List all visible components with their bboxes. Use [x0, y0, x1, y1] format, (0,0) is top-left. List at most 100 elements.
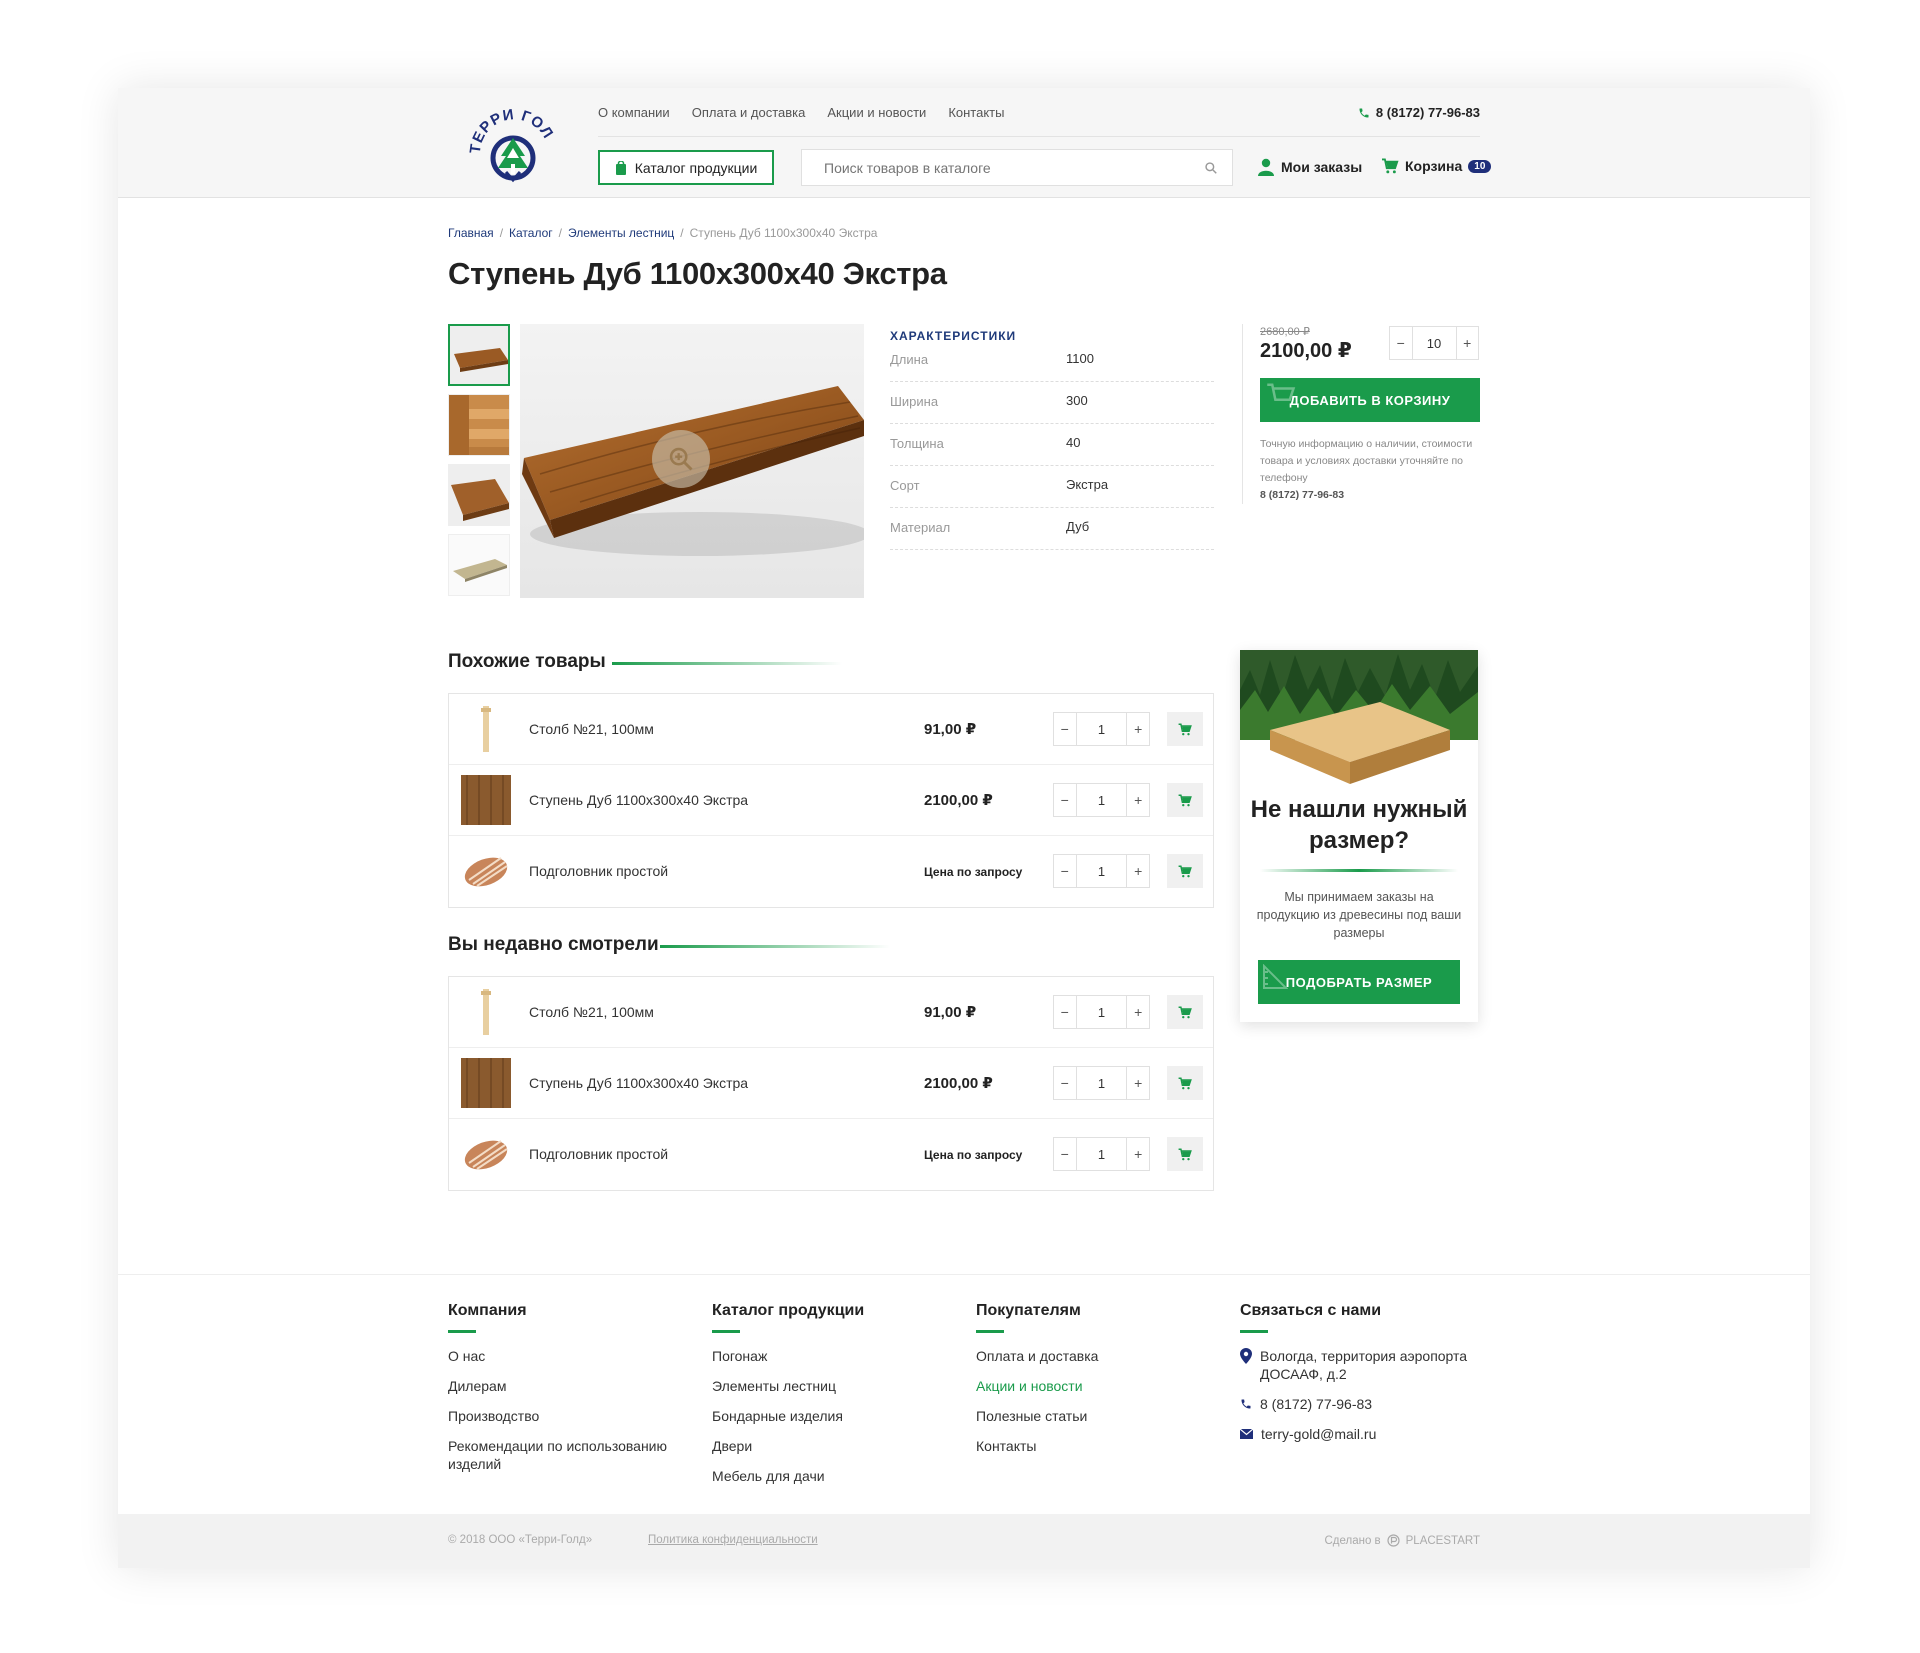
qty-increase-button[interactable]: +: [1127, 1075, 1149, 1091]
footer-link[interactable]: Контакты: [976, 1437, 1206, 1455]
footer-phone[interactable]: 8 (8172) 77-96-83: [1240, 1395, 1480, 1413]
gallery-thumb-2[interactable]: [448, 394, 510, 456]
qty-value[interactable]: 1: [1075, 713, 1128, 745]
gallery-thumb-1[interactable]: [448, 324, 510, 386]
footer-title-bar: [448, 1330, 476, 1333]
footer-link[interactable]: Мебель для дачи: [712, 1467, 942, 1485]
qty-decrease-button[interactable]: −: [1054, 792, 1076, 808]
footer-link[interactable]: Акции и новости: [976, 1377, 1206, 1395]
pick-size-button[interactable]: ПОДОБРАТЬ РАЗМЕР: [1258, 960, 1460, 1004]
cart-link[interactable]: Корзина 10: [1381, 158, 1492, 174]
footer-link[interactable]: Дилерам: [448, 1377, 678, 1395]
catalog-button[interactable]: Каталог продукции: [598, 150, 774, 185]
nav-promotions-news[interactable]: Акции и новости: [827, 105, 926, 120]
availability-note-text: Точную информацию о наличии, стоимости т…: [1260, 438, 1473, 484]
footer-col-title: Каталог продукции: [712, 1302, 865, 1319]
developer-credit[interactable]: Сделано в PLACESTART: [1324, 1534, 1480, 1547]
item-name[interactable]: Подголовник простой: [529, 863, 668, 879]
item-image-step[interactable]: [461, 1058, 511, 1108]
search-input[interactable]: [824, 159, 1204, 176]
footer-link[interactable]: Бондарные изделия: [712, 1407, 942, 1425]
qty-value[interactable]: 1: [1075, 855, 1128, 887]
item-add-to-cart-button[interactable]: [1167, 712, 1203, 746]
qty-value[interactable]: 1: [1075, 1138, 1128, 1170]
product-main-image[interactable]: [520, 324, 864, 598]
qty-increase-button[interactable]: +: [1127, 1004, 1149, 1020]
item-image-step[interactable]: [461, 775, 511, 825]
footer-link[interactable]: Рекомендации по использованию изделий: [448, 1437, 678, 1473]
footer-link[interactable]: О нас: [448, 1347, 678, 1365]
qty-value[interactable]: 1: [1075, 996, 1128, 1028]
item-add-to-cart-button[interactable]: [1167, 783, 1203, 817]
breadcrumb-catalog[interactable]: Каталог: [509, 226, 553, 240]
footer-link[interactable]: Погонаж: [712, 1347, 942, 1365]
footer-link[interactable]: Производство: [448, 1407, 678, 1425]
item-name[interactable]: Ступень Дуб 1100х300х40 Экстра: [529, 1075, 748, 1091]
qty-increase-button[interactable]: +: [1127, 863, 1149, 879]
catalog-bag-icon: [615, 160, 626, 175]
qty-increase-button[interactable]: +: [1127, 1146, 1149, 1162]
spec-value: Дуб: [1066, 519, 1090, 534]
placestart-logo-icon: [1387, 1534, 1400, 1547]
item-price: Цена по запросу: [924, 865, 1023, 879]
qty-decrease-button[interactable]: −: [1054, 863, 1076, 879]
breadcrumb-stairs[interactable]: Элементы лестниц: [568, 226, 674, 240]
footer-link[interactable]: Двери: [712, 1437, 942, 1455]
qty-decrease-button[interactable]: −: [1054, 721, 1076, 737]
footer-link[interactable]: Элементы лестниц: [712, 1377, 942, 1395]
cart-outline-icon: [1267, 383, 1296, 401]
availability-note-phone[interactable]: 8 (8172) 77-96-83: [1260, 489, 1344, 501]
item-name[interactable]: Ступень Дуб 1100х300х40 Экстра: [529, 792, 748, 808]
similar-title: Похожие товары: [448, 651, 606, 672]
qty-decrease-button[interactable]: −: [1054, 1004, 1076, 1020]
promo-title: Не нашли нужный размер?: [1250, 796, 1468, 854]
item-name[interactable]: Столб №21, 100мм: [529, 1004, 654, 1020]
breadcrumb-home[interactable]: Главная: [448, 226, 494, 240]
item-image-post[interactable]: [461, 987, 511, 1037]
footer-link[interactable]: Оплата и доставка: [976, 1347, 1206, 1365]
item-add-to-cart-button[interactable]: [1167, 1137, 1203, 1171]
item-image-headrest[interactable]: [461, 1129, 511, 1179]
qty-increase-button[interactable]: +: [1457, 335, 1479, 351]
qty-value[interactable]: 1: [1075, 1067, 1128, 1099]
search-icon[interactable]: [1204, 161, 1218, 175]
my-orders-link[interactable]: Мои заказы: [1258, 158, 1362, 176]
privacy-policy-link[interactable]: Политика конфиденциальности: [648, 1534, 818, 1546]
pick-size-label: ПОДОБРАТЬ РАЗМЕР: [1285, 974, 1433, 990]
footer-address: Вологда, территория аэропорта ДОСААФ, д.…: [1240, 1347, 1480, 1383]
gallery-thumb-3[interactable]: [448, 464, 510, 526]
list-item: Ступень Дуб 1100х300х40 Экстра 2100,00 ₽…: [449, 765, 1213, 836]
item-add-to-cart-button[interactable]: [1167, 995, 1203, 1029]
qty-value[interactable]: 1: [1075, 784, 1128, 816]
item-add-to-cart-button[interactable]: [1167, 854, 1203, 888]
item-quantity-stepper: −1 +: [1053, 1066, 1150, 1100]
footer-link[interactable]: Полезные статьи: [976, 1407, 1206, 1425]
add-to-cart-button[interactable]: ДОБАВИТЬ В КОРЗИНУ: [1260, 378, 1480, 422]
site-logo[interactable]: ТЕРРИ ГОЛД: [462, 89, 558, 186]
nav-payment-delivery[interactable]: Оплата и доставка: [692, 105, 806, 120]
product-quantity-stepper: − 10 +: [1389, 326, 1479, 360]
zoom-button[interactable]: [652, 430, 710, 488]
qty-increase-button[interactable]: +: [1127, 792, 1149, 808]
cart-label: Корзина: [1405, 158, 1463, 174]
list-item: Столб №21, 100мм 91,00 ₽ −1 +: [449, 694, 1213, 765]
item-name[interactable]: Столб №21, 100мм: [529, 721, 654, 737]
qty-decrease-button[interactable]: −: [1390, 335, 1412, 351]
header-phone[interactable]: 8 (8172) 77-96-83: [1358, 105, 1480, 120]
item-add-to-cart-button[interactable]: [1167, 1066, 1203, 1100]
gallery-thumb-4[interactable]: [448, 534, 510, 596]
recent-list: Столб №21, 100мм 91,00 ₽ −1 + Ступень Дуб…: [448, 976, 1214, 1191]
qty-value[interactable]: 10: [1411, 327, 1457, 359]
item-image-post[interactable]: [461, 704, 511, 754]
list-item: Ступень Дуб 1100х300х40 Экстра 2100,00 ₽…: [449, 1048, 1213, 1119]
qty-increase-button[interactable]: +: [1127, 721, 1149, 737]
footer-email[interactable]: terry-gold@mail.ru: [1240, 1425, 1480, 1443]
qty-decrease-button[interactable]: −: [1054, 1146, 1076, 1162]
qty-decrease-button[interactable]: −: [1054, 1075, 1076, 1091]
footer-col-contacts: Связаться с нами Вологда, территория аэр…: [1240, 1302, 1480, 1455]
nav-about[interactable]: О компании: [598, 105, 670, 120]
item-image-headrest[interactable]: [461, 846, 511, 896]
promo-image: [1240, 650, 1478, 786]
item-name[interactable]: Подголовник простой: [529, 1146, 668, 1162]
nav-contacts[interactable]: Контакты: [948, 105, 1004, 120]
